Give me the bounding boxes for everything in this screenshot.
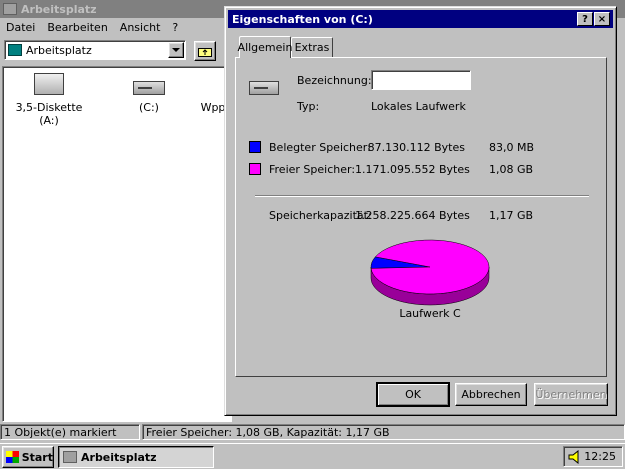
free-bytes: 1.171.095.552 Bytes [355,163,470,176]
tab-extras[interactable]: Extras [291,37,333,57]
chevron-down-icon [172,47,180,52]
file-view: 3,5-Diskette (A:) (C:) Wpp [2,66,232,422]
free-label: Freier Speicher: [269,163,356,176]
separator [255,195,589,197]
computer-icon [3,3,17,15]
free-size: 1,08 GB [489,163,534,176]
used-size: 83,0 MB [489,141,535,154]
file-item-label: 3,5-Diskette (A:) [15,101,83,127]
status-bar: 1 Objekt(e) markiert Freier Speicher: 1,… [0,424,625,442]
up-folder-button[interactable] [194,41,216,61]
dialog-title-bar[interactable]: Eigenschaften von (C:) ? × [228,10,613,28]
menu-bar: Datei Bearbeiten Ansicht ? [0,19,184,36]
tab-allgemein[interactable]: Allgemein [238,36,292,58]
status-selection: 1 Objekt(e) markiert [0,424,140,440]
menu-bearbeiten[interactable]: Bearbeiten [41,21,113,34]
free-color-swatch [249,163,261,175]
menu-ansicht[interactable]: Ansicht [114,21,167,34]
start-label: Start [21,450,53,464]
capacity-size: 1,17 GB [489,209,534,222]
name-label: Bezeichnung: [297,74,372,87]
speaker-icon[interactable] [568,449,582,464]
dropdown-button[interactable] [168,42,184,58]
computer-icon [8,44,22,56]
type-value: Lokales Laufwerk [371,100,466,113]
start-button[interactable]: Start [2,446,54,468]
system-tray: 12:25 [563,446,623,467]
capacity-bytes: 1.258.225.664 Bytes [355,209,470,222]
status-free-space: Freier Speicher: 1,08 GB, Kapazität: 1,1… [142,424,625,440]
clock[interactable]: 12:25 [584,450,616,463]
explorer-title: Arbeitsplatz [21,2,97,16]
close-button[interactable]: × [594,12,610,26]
computer-icon [63,451,77,463]
dialog-title: Eigenschaften von (C:) [232,12,373,26]
drive-caption: Laufwerk C [399,307,461,320]
address-value: Arbeitsplatz [26,43,92,57]
name-input[interactable] [371,70,471,90]
windows-logo-icon [6,451,19,463]
hard-drive-icon [249,81,279,95]
taskbar-item-label: Arbeitsplatz [81,450,157,464]
type-label: Typ: [297,100,320,113]
apply-button[interactable]: Übernehmen [534,383,608,406]
ok-button[interactable]: OK [377,383,449,406]
address-combobox[interactable]: Arbeitsplatz [4,40,186,60]
file-item-c-drive[interactable]: (C:) [119,81,179,114]
floppy-drive-icon [34,73,64,95]
file-item-label: (C:) [139,101,159,114]
hard-drive-icon [133,81,165,95]
used-color-swatch [249,141,261,153]
help-button[interactable]: ? [577,12,593,26]
taskbar: Start Arbeitsplatz 12:25 [0,443,625,469]
used-bytes: 87.130.112 Bytes [367,141,465,154]
properties-dialog: Eigenschaften von (C:) ? × Allgemein Ext… [224,6,617,416]
menu-help[interactable]: ? [166,21,184,34]
file-item-label: Wpp [200,101,226,114]
cancel-button[interactable]: Abbrechen [455,383,527,406]
file-item-floppy[interactable]: 3,5-Diskette (A:) [7,73,91,127]
taskbar-item-arbeitsplatz[interactable]: Arbeitsplatz [58,446,214,468]
folder-up-icon [198,48,212,57]
disk-usage-pie-chart [370,239,490,306]
menu-datei[interactable]: Datei [0,21,41,34]
